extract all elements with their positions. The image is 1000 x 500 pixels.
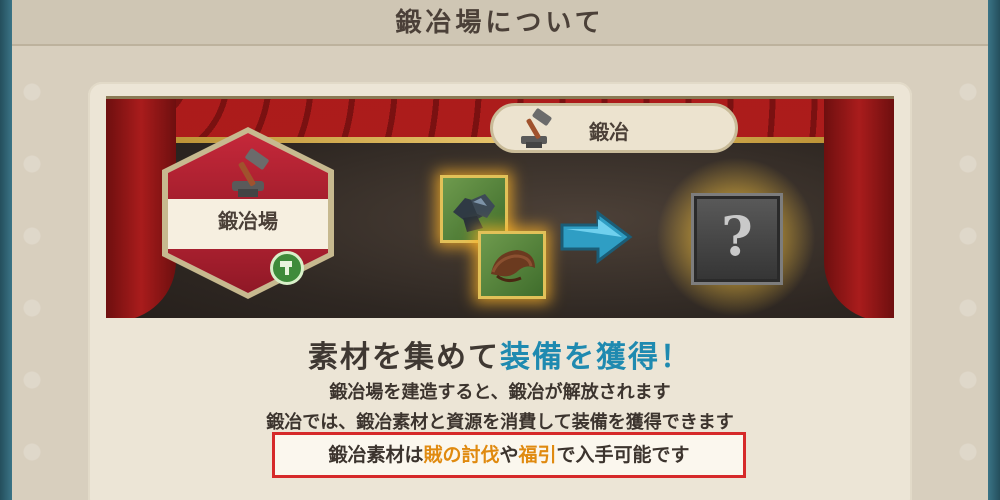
lottery-highlight: 福引 — [518, 444, 557, 466]
headline-accent: 装備を獲得！ — [500, 340, 692, 375]
dialog-title: 鍛冶場について — [395, 8, 605, 38]
anvil-hammer-icon — [521, 108, 552, 148]
title-bar: 鍛冶場について — [12, 0, 988, 46]
leather-material-tile — [478, 231, 546, 299]
dialog-panel: 鍛冶場について 鍛冶場 鍛冶 ? 素材を集めて装備を獲得！ 鍛冶場を建造すると、… — [12, 0, 988, 500]
leather-icon — [491, 250, 535, 283]
description-line-1: 鍛冶場を建造すると、鍛冶が解放されます — [329, 382, 671, 403]
anvil-hammer-icon — [232, 148, 269, 197]
forge-tab-label: 鍛冶 — [589, 120, 629, 144]
banner-illustration: 鍛冶場 鍛冶 ? — [106, 96, 894, 318]
hammer-badge-icon — [270, 251, 304, 285]
headline-part1: 素材を集めて — [308, 340, 500, 375]
forge-tab: 鍛冶 — [490, 103, 738, 153]
material-source-notice: 鍛冶素材は賊の討伐や福引で入手可能です — [272, 432, 746, 478]
question-mark: ? — [721, 204, 753, 268]
bandit-subjugation-highlight: 賊の討伐 — [423, 444, 500, 466]
frame-edge-right — [988, 0, 1000, 500]
frame-edge-left — [0, 0, 12, 500]
mystery-equipment-icon: ? — [691, 193, 783, 285]
curtain-right — [824, 99, 894, 318]
smithy-label: 鍛冶場 — [218, 209, 278, 233]
headline: 素材を集めて装備を獲得！ — [88, 332, 912, 376]
info-card: 鍛冶場 鍛冶 ? 素材を集めて装備を獲得！ 鍛冶場を建造すると、鍛冶が解放されま… — [88, 82, 912, 500]
description-line-2: 鍛冶では、鍛冶素材と資源を消費して装備を獲得できます — [266, 412, 734, 433]
arrow-right-icon — [560, 210, 633, 264]
